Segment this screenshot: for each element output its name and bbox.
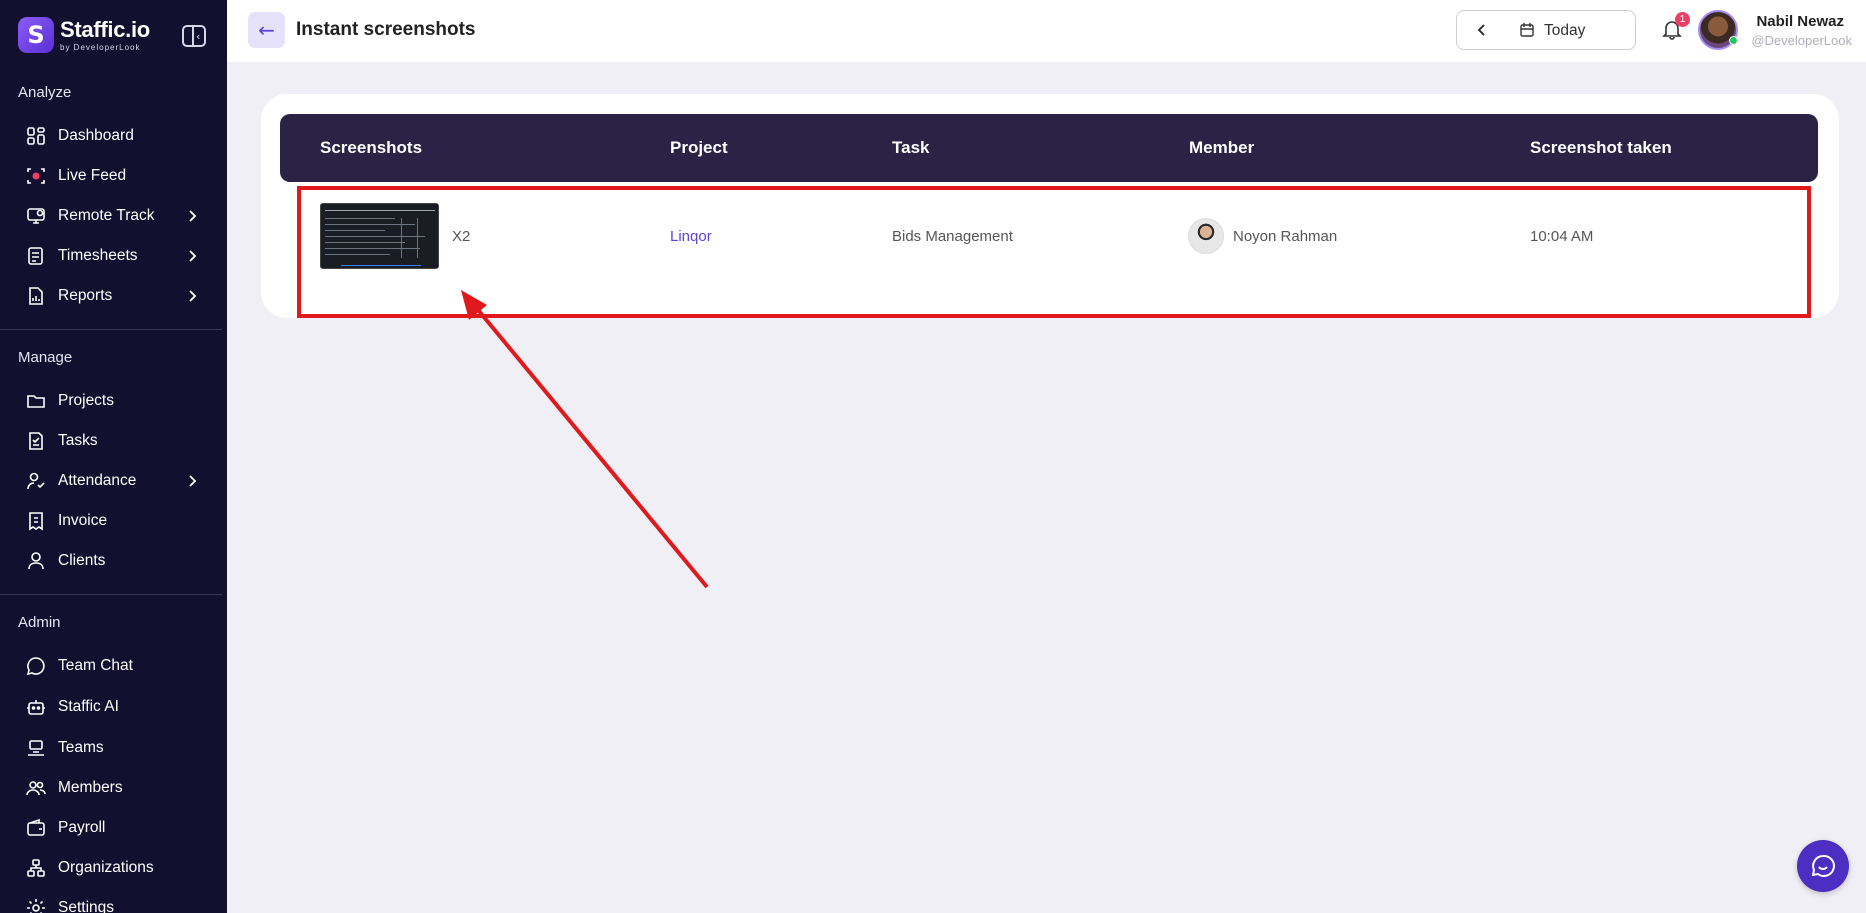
sidebar-item-organizations[interactable]: Organizations — [26, 853, 201, 883]
date-picker[interactable]: Today — [1456, 10, 1636, 50]
sidebar-item-label: Teams — [58, 739, 104, 756]
remote-track-icon — [26, 206, 46, 226]
tasks-icon — [26, 431, 46, 451]
sidebar-item-team-chat[interactable]: Team Chat — [26, 651, 201, 681]
sidebar-item-payroll[interactable]: Payroll — [26, 813, 201, 843]
sidebar-item-clients[interactable]: Clients — [26, 546, 201, 576]
column-header-screenshots: Screenshots — [320, 138, 423, 157]
reports-icon — [26, 286, 46, 306]
chat-icon — [1811, 854, 1835, 877]
sidebar-item-label: Members — [58, 779, 123, 796]
user-icon — [26, 551, 46, 571]
sidebar-item-label: Staffic AI — [58, 698, 119, 715]
sidebar-item-attendance[interactable]: Attendance — [26, 466, 201, 496]
sidebar-divider — [0, 329, 222, 330]
invoice-icon — [26, 511, 46, 531]
user-handle: @DeveloperLook — [1751, 33, 1852, 48]
sidebar-item-label: Live Feed — [58, 167, 127, 184]
sidebar-collapse-icon[interactable]: ‹ — [182, 25, 206, 47]
date-label: Today — [1544, 22, 1586, 39]
sidebar-item-label: Tasks — [58, 432, 98, 449]
screenshot-time: 10:04 AM — [1530, 228, 1594, 245]
top-bar: ← Instant screenshots Today 1 Nabil Newa… — [227, 0, 1866, 62]
member-avatar — [1188, 218, 1224, 254]
brand[interactable]: S Staffic.io by DeveloperLook — [18, 17, 150, 53]
organization-icon — [26, 858, 46, 878]
support-chat-button[interactable] — [1797, 840, 1849, 892]
sidebar-item-staffic-ai[interactable]: Staffic AI — [26, 692, 201, 722]
calendar-icon — [1520, 23, 1534, 37]
section-admin: Admin — [18, 614, 61, 631]
sidebar-item-settings[interactable]: Settings — [26, 893, 201, 913]
sidebar: S Staffic.io by DeveloperLook ‹ Analyze … — [0, 0, 227, 913]
chat-icon — [26, 656, 46, 676]
project-link[interactable]: Linqor — [670, 228, 712, 245]
sidebar-item-label: Payroll — [58, 819, 106, 836]
live-feed-icon — [26, 166, 46, 186]
sidebar-item-label: Timesheets — [58, 247, 138, 264]
sidebar-item-reports[interactable]: Reports — [26, 281, 201, 311]
screenshot-thumbnail[interactable] — [320, 203, 439, 269]
folder-icon — [26, 391, 46, 411]
column-header-screenshot-taken: Screenshot taken — [1530, 138, 1672, 157]
screenshot-label: X2 — [452, 228, 471, 245]
sidebar-item-label: Projects — [58, 392, 114, 409]
sidebar-item-label: Dashboard — [58, 127, 134, 144]
gear-icon — [26, 898, 46, 913]
page-title: Instant screenshots — [296, 19, 476, 40]
table-row[interactable] — [297, 186, 1810, 318]
staffic-logo-icon: S — [18, 17, 54, 53]
sidebar-item-label: Invoice — [58, 512, 108, 529]
robot-icon — [26, 697, 46, 717]
sidebar-item-label: Settings — [58, 899, 115, 913]
sidebar-item-timesheets[interactable]: Timesheets — [26, 241, 201, 271]
back-arrow-icon[interactable]: ← — [248, 12, 285, 48]
members-icon — [26, 778, 46, 798]
column-header-project: Project — [670, 138, 728, 157]
wallet-icon — [26, 818, 46, 838]
sidebar-item-label: Attendance — [58, 472, 137, 489]
sidebar-item-label: Remote Track — [58, 207, 155, 224]
sidebar-item-label: Clients — [58, 552, 106, 569]
sidebar-item-tasks[interactable]: Tasks — [26, 426, 201, 456]
section-manage: Manage — [18, 349, 73, 366]
attendance-icon — [26, 471, 46, 491]
section-analyze: Analyze — [18, 84, 72, 101]
sidebar-item-members[interactable]: Members — [26, 773, 201, 803]
sidebar-item-label: Reports — [58, 287, 113, 304]
teams-icon — [26, 738, 46, 758]
column-header-task: Task — [892, 138, 930, 157]
chevron-right-icon — [189, 475, 197, 487]
brand-name: Staffic.io — [60, 16, 150, 42]
sidebar-divider — [0, 594, 222, 595]
task-name: Bids Management — [892, 228, 1013, 245]
chevron-right-icon — [189, 250, 197, 262]
chevron-right-icon — [189, 210, 197, 222]
timesheets-icon — [26, 246, 46, 266]
column-header-member: Member — [1189, 138, 1255, 157]
table-header: Screenshots Project Task Member Screensh… — [280, 114, 1818, 182]
chevron-left-icon[interactable] — [1475, 21, 1489, 39]
brand-subtitle: by DeveloperLook — [60, 42, 141, 52]
user-name: Nabil Newaz — [1756, 13, 1844, 30]
sidebar-item-dashboard[interactable]: Dashboard — [26, 121, 201, 151]
notification-badge: 1 — [1675, 12, 1690, 27]
sidebar-item-teams[interactable]: Teams — [26, 733, 201, 763]
sidebar-item-live-feed[interactable]: Live Feed — [26, 161, 201, 191]
member-name: Noyon Rahman — [1233, 228, 1338, 245]
sidebar-item-remote-track[interactable]: Remote Track — [26, 201, 201, 231]
sidebar-item-invoice[interactable]: Invoice — [26, 506, 201, 536]
online-status-dot — [1729, 36, 1738, 45]
dashboard-icon — [26, 126, 46, 146]
sidebar-item-projects[interactable]: Projects — [26, 386, 201, 416]
chevron-right-icon — [189, 290, 197, 302]
sidebar-item-label: Organizations — [58, 859, 154, 876]
sidebar-item-label: Team Chat — [58, 657, 133, 674]
